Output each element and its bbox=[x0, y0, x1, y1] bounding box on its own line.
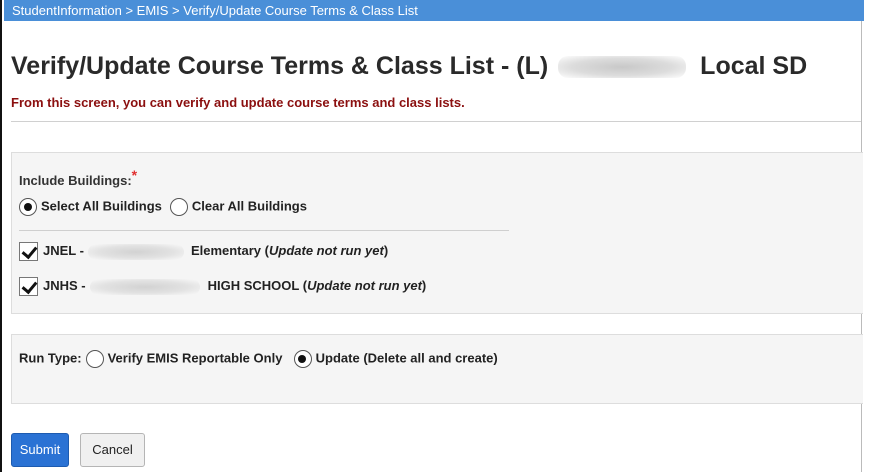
run-type-row: Run Type: Verify EMIS Reportable Only Upd… bbox=[19, 350, 498, 368]
building-item-jnhs[interactable]: JNHS - HIGH SCHOOL (Update not run yet) bbox=[19, 277, 426, 296]
clear-all-buildings-radio[interactable] bbox=[169, 198, 188, 216]
building-checkbox-jnhs[interactable] bbox=[19, 277, 38, 296]
clear-all-buildings-label[interactable]: Clear All Buildings bbox=[192, 198, 307, 213]
divider bbox=[11, 121, 861, 122]
page-title: Verify/Update Course Terms & Class List … bbox=[11, 51, 807, 81]
select-all-buildings-label[interactable]: Select All Buildings bbox=[41, 198, 162, 213]
redacted-district-name bbox=[558, 56, 687, 79]
building-name: Elementary bbox=[190, 242, 262, 258]
breadcrumb: StudentInformation > EMIS > Verify/Updat… bbox=[4, 0, 864, 21]
update-delete-create-label[interactable]: Update (Delete all and create) bbox=[316, 350, 498, 365]
run-type-label: Run Type: bbox=[19, 350, 82, 366]
building-name: HIGH SCHOOL bbox=[207, 277, 300, 293]
building-code: JNHS - bbox=[43, 277, 86, 293]
required-asterisk: * bbox=[131, 167, 138, 183]
cancel-button[interactable]: Cancel bbox=[80, 433, 145, 467]
include-buildings-label: Include Buildings:* bbox=[19, 167, 138, 188]
run-type-panel: Run Type: Verify EMIS Reportable Only Upd… bbox=[11, 334, 863, 404]
building-divider bbox=[19, 230, 509, 231]
verify-emis-radio[interactable] bbox=[85, 350, 104, 368]
building-item-jnel[interactable]: JNEL - Elementary (Update not run yet) bbox=[19, 242, 388, 261]
update-delete-create-radio[interactable] bbox=[293, 350, 312, 368]
redacted-building-name bbox=[87, 243, 184, 260]
page-title-prefix: Verify/Update Course Terms & Class List … bbox=[11, 52, 549, 80]
submit-button[interactable]: Submit bbox=[11, 433, 69, 467]
building-selection-row: Select All Buildings Clear All Buildings bbox=[19, 198, 307, 216]
verify-emis-label[interactable]: Verify EMIS Reportable Only bbox=[108, 350, 283, 365]
page-title-suffix: Local SD bbox=[700, 52, 808, 80]
building-status: Update not run yet bbox=[268, 242, 384, 258]
window-frame: StudentInformation > EMIS > Verify/Updat… bbox=[0, 0, 864, 472]
redacted-building-name bbox=[89, 278, 200, 295]
include-buildings-panel: Include Buildings:* Select All Buildings… bbox=[11, 152, 863, 314]
building-checkbox-jnel[interactable] bbox=[19, 242, 38, 261]
page-subtitle: From this screen, you can verify and upd… bbox=[11, 95, 465, 110]
select-all-buildings-radio[interactable] bbox=[19, 198, 37, 216]
building-code: JNEL - bbox=[43, 242, 84, 258]
building-status: Update not run yet bbox=[307, 277, 422, 293]
